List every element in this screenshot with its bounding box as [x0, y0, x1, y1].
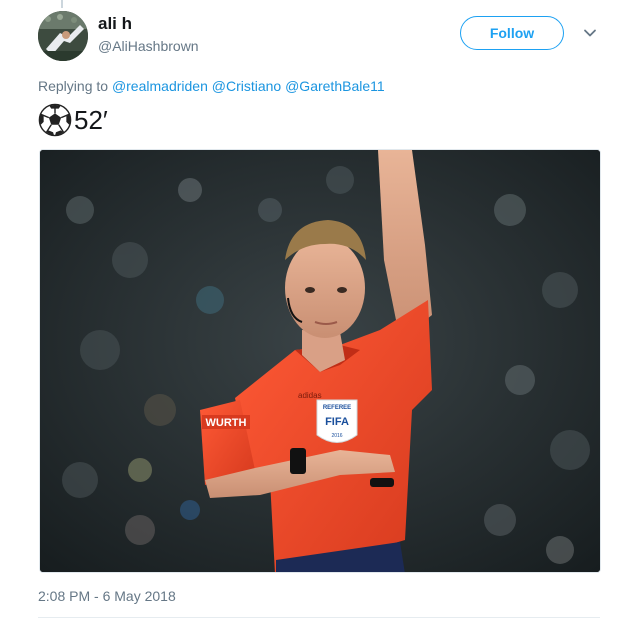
- chest-brand-text: adidas: [298, 391, 322, 400]
- sleeve-sponsor-text: WURTH: [206, 417, 247, 429]
- badge-year-text: 2016: [331, 433, 342, 439]
- avatar-image: [38, 11, 88, 61]
- author-handle[interactable]: @AliHashbrown: [98, 38, 199, 54]
- mention-link[interactable]: @Cristiano: [212, 78, 281, 94]
- thread-connector-line: [61, 0, 63, 8]
- tweet-body-text: 52′: [74, 104, 108, 135]
- badge-logo-text: FIFA: [325, 416, 349, 428]
- referee-photo: WURTH adidas REFEREE FIFA 2016: [40, 150, 600, 572]
- author-name[interactable]: ali h: [98, 14, 132, 34]
- replying-prefix: Replying to: [38, 78, 109, 94]
- follow-button[interactable]: Follow: [460, 16, 564, 50]
- divider: [38, 617, 600, 618]
- chevron-down-icon[interactable]: [582, 25, 598, 41]
- tweet-timestamp[interactable]: 2:08 PM - 6 May 2018: [38, 588, 176, 604]
- mention-link[interactable]: @GarethBale11: [285, 78, 385, 94]
- mention-link[interactable]: @realmadriden: [112, 78, 208, 94]
- avatar[interactable]: [38, 11, 88, 61]
- badge-title-text: REFEREE: [323, 405, 351, 411]
- tweet-photo[interactable]: WURTH adidas REFEREE FIFA 2016: [39, 149, 601, 573]
- replying-to: Replying to @realmadriden @Cristiano @Ga…: [38, 78, 385, 94]
- soccer-ball-icon: [38, 103, 72, 137]
- tweet-text: 52′: [38, 102, 108, 138]
